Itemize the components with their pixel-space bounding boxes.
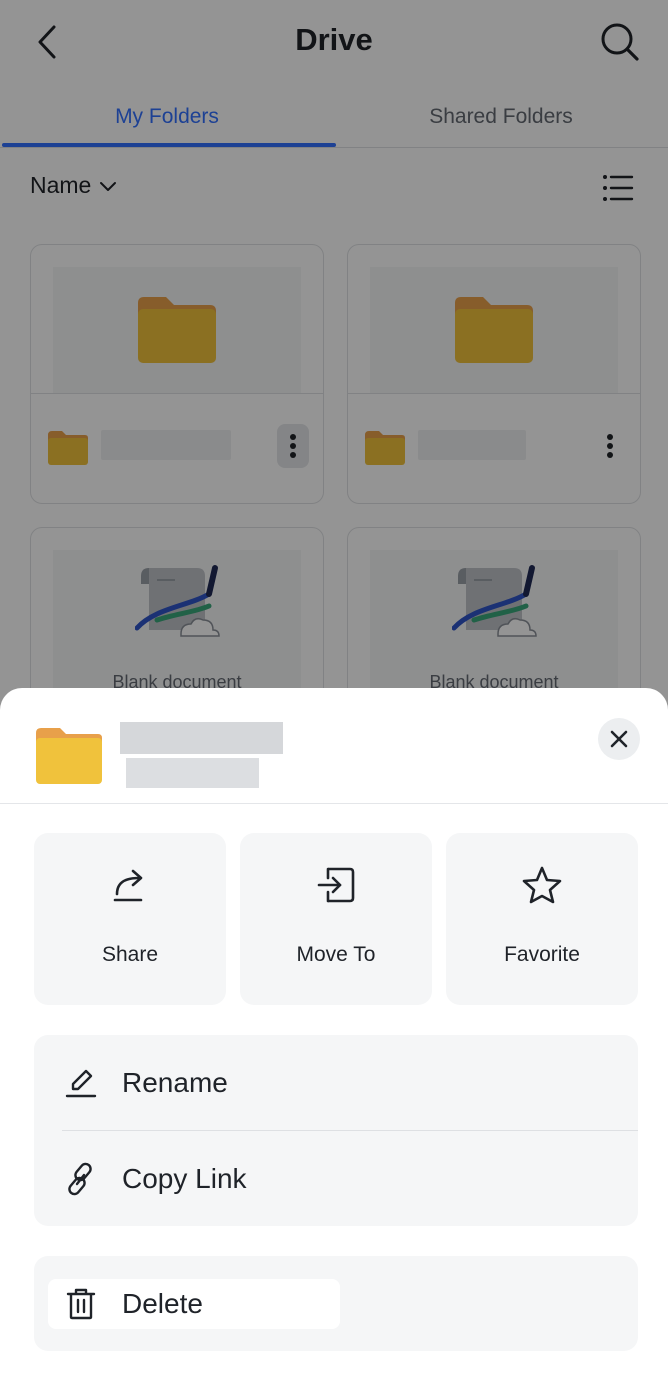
close-button[interactable] (598, 718, 640, 760)
close-icon (610, 730, 628, 748)
folder-icon (36, 728, 102, 784)
rename-label: Rename (122, 1066, 228, 1098)
redacted-folder-subtitle (126, 758, 259, 788)
delete-label: Delete (122, 1288, 203, 1319)
move-to-button[interactable]: Move To (240, 833, 432, 1005)
copy-link-item[interactable]: Copy Link (34, 1131, 638, 1226)
share-button[interactable]: Share (34, 833, 226, 1005)
move-to-label: Move To (296, 943, 376, 966)
share-icon (113, 869, 143, 902)
drive-page: Drive My Folders Shared Folders Name Bla… (0, 0, 668, 1388)
folder-actions-sheet: Share Move To Favorite Rename Copy Link … (0, 688, 668, 1388)
favorite-label: Favorite (504, 943, 580, 966)
move-to-icon (317, 867, 355, 903)
options-list: Rename Copy Link (34, 1035, 638, 1226)
sheet-header (0, 688, 668, 804)
pencil-icon (65, 1069, 97, 1097)
copy-link-label: Copy Link (122, 1162, 247, 1194)
link-icon (68, 1162, 92, 1195)
rename-item[interactable]: Rename (34, 1035, 638, 1130)
redacted-folder-title (120, 722, 283, 754)
trash-icon (66, 1288, 96, 1320)
star-icon (522, 866, 562, 904)
delete-section: Delete (34, 1256, 638, 1351)
delete-item[interactable]: Delete (48, 1279, 340, 1329)
share-label: Share (101, 943, 159, 966)
favorite-button[interactable]: Favorite (446, 833, 638, 1005)
